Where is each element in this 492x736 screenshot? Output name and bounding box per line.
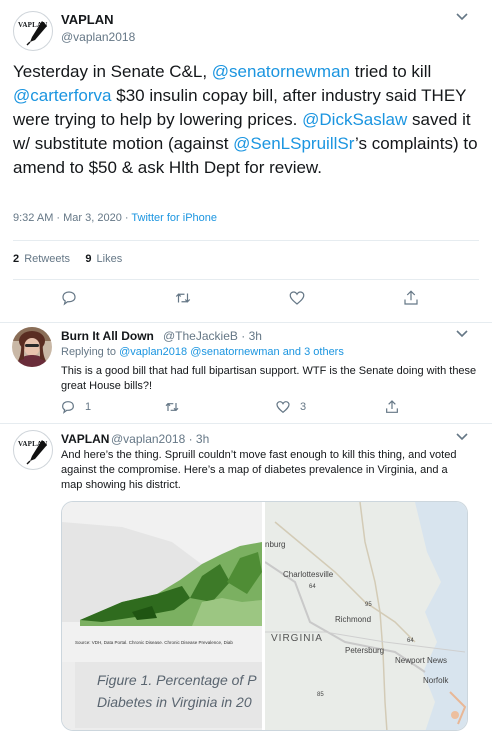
mention-link[interactable]: @carterforva [13,86,112,105]
author-handle[interactable]: @vaplan2018 [61,30,135,44]
share-icon [386,400,398,413]
tweet-actions [0,289,492,309]
reply-icon [62,401,74,414]
likes-label: Likes [96,253,123,265]
reply-tweet[interactable]: Burn It All Down @TheJackieB · 3h Replyi… [0,323,492,423]
author-avatar[interactable]: VAPLAN [13,11,53,51]
likes-count: 9 [85,253,92,265]
tweet-actions: 1 3 [0,399,492,419]
diabetes-map-image[interactable]: Source: VDH, Data Portal. Chronic Diseas… [62,502,262,730]
author-avatar[interactable]: VAPLAN [13,430,53,470]
author-name[interactable]: Burn It All Down [61,329,154,343]
author-handle[interactable]: @TheJackieB [163,329,238,343]
map-label-norfolk: Norfolk [423,676,449,685]
replying-to-users[interactable]: @vaplan2018 @senatornewman and 3 others [119,346,344,358]
author-name[interactable]: VAPLAN [61,12,113,27]
map-route-64: 64 [309,584,316,590]
tweet-text: This is a good bill that had full bipart… [61,365,477,392]
share-icon[interactable] [402,289,420,307]
text-segment: tried to kill [350,62,432,81]
map-label-richmond: Richmond [335,615,372,624]
tweet-time[interactable]: · 3h [189,432,210,446]
map-label-newport-news: Newport News [395,656,448,665]
mention-link[interactable]: @SenLSpruillSr [233,134,355,153]
tweet-stats: 2 Retweets 9 Likes [13,253,122,265]
tweet-text: Yesterday in Senate C&L, @senatornewman … [13,60,483,180]
author-name[interactable]: VAPLAN [61,432,109,446]
likes-stat[interactable]: 9 Likes [85,253,122,265]
caption-line-2: Diabetes in Virginia in 20 [97,694,252,710]
retweets-stat[interactable]: 2 Retweets [13,253,70,265]
retweet-icon [165,402,179,412]
retweets-count: 2 [13,253,20,265]
like-icon [276,401,290,414]
retweet-icon[interactable] [174,289,192,307]
map-route-64: 64 [407,638,414,644]
timestamp[interactable]: 9:32 AM · Mar 3, 2020 · [13,212,131,224]
main-tweet: VAPLAN VAPLAN @vaplan2018 Yesterday in S… [0,0,492,322]
source-link[interactable]: Twitter for iPhone [131,212,217,224]
author-handle-line: @TheJackieB · 3h [163,329,262,343]
figure-caption: Figure 1. Percentage of P Diabetes in Vi… [75,662,262,728]
reply-icon[interactable] [60,289,78,307]
author-handle-line: @vaplan2018 · 3h [111,432,209,446]
like-action[interactable]: 3 [275,399,306,415]
pen-nib-icon [26,21,47,46]
district-map-image[interactable]: Charlottesville nburg Richmond VIRGINIA … [264,502,467,730]
map-label-charlottesville: Charlottesville [283,570,334,579]
caption-line-1: Figure 1. Percentage of P [97,672,257,688]
mention-link[interactable]: @senatornewman [212,62,350,81]
share-action[interactable] [384,399,400,415]
media-card[interactable]: Source: VDH, Data Portal. Chronic Diseas… [61,501,468,731]
map-label-burg: nburg [265,540,286,549]
map-source-text: Source: VDH, Data Portal. Chronic Diseas… [75,640,233,645]
replying-to: Replying to @vaplan2018 @senatornewman a… [61,346,344,358]
like-count: 3 [300,401,307,413]
pen-nib-icon [26,440,47,465]
reply-tweet[interactable]: VAPLAN VAPLAN @vaplan2018 · 3h And here’… [0,424,492,736]
avatar[interactable] [12,327,52,367]
mention-link[interactable]: @DickSaslaw [302,110,407,129]
map-label-virginia: VIRGINIA [271,633,323,644]
reply-action[interactable]: 1 [60,399,91,415]
reply-count: 1 [85,401,92,413]
map-route-85: 85 [317,692,324,698]
replying-prefix: Replying to [61,346,120,358]
diabetes-prevalence-map [62,502,262,662]
avatar-photo-image [12,327,52,367]
map-route-95: 95 [365,602,372,608]
map-label-petersburg: Petersburg [345,646,385,655]
author-handle[interactable]: @vaplan2018 [111,432,185,446]
tweet-meta: 9:32 AM · Mar 3, 2020 · Twitter for iPho… [13,212,217,224]
divider [13,279,479,280]
divider [13,240,479,241]
retweets-label: Retweets [24,253,71,265]
caret-down-icon[interactable] [455,329,469,339]
tweet-time[interactable]: · 3h [241,329,262,343]
text-segment: Yesterday in Senate C&L, [13,62,212,81]
caret-down-icon[interactable] [455,432,469,442]
like-icon[interactable] [288,289,306,307]
caret-down-icon[interactable] [455,12,469,22]
retweet-action[interactable] [164,399,189,415]
tweet-text: And here’s the thing. Spruill couldn’t m… [61,449,457,491]
